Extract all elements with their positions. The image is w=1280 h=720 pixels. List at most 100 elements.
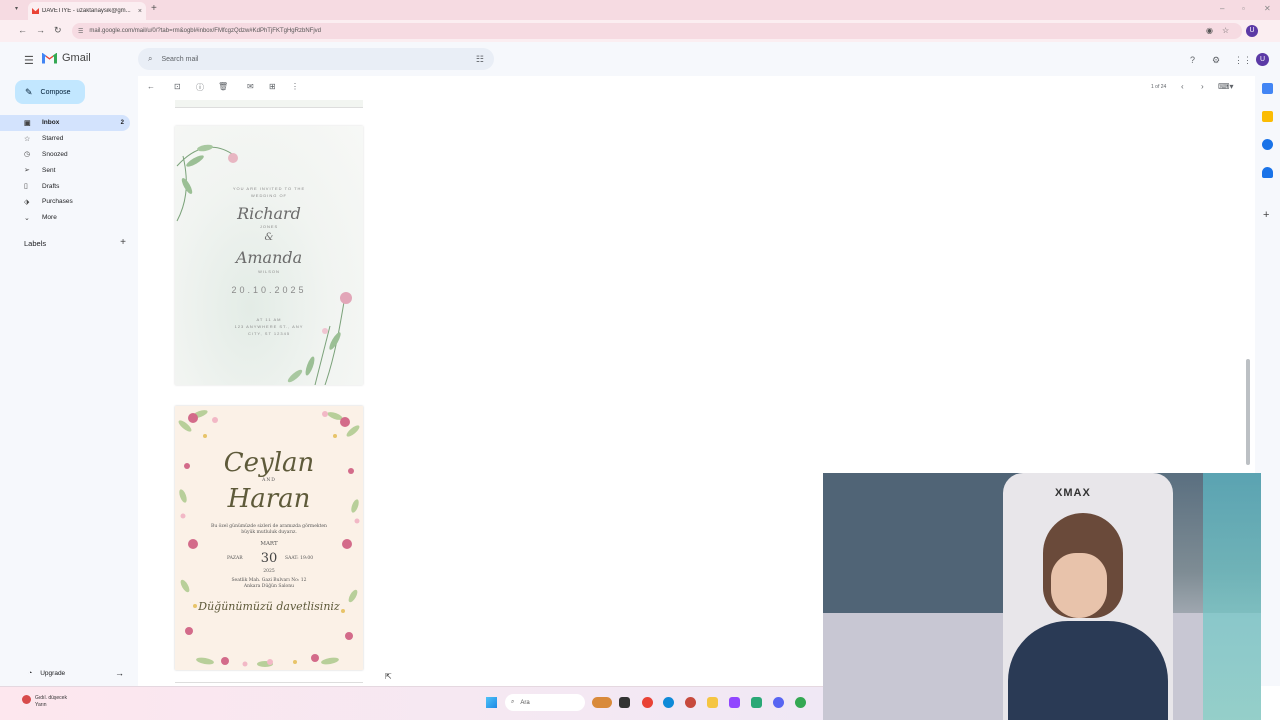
weather-widget[interactable]: Gıdıl. düşecek Yarın bbox=[22, 695, 67, 709]
chrome-profile-icon[interactable] bbox=[685, 697, 696, 708]
maximize-icon[interactable]: ▫ bbox=[1242, 4, 1245, 13]
sidebar-item-starred[interactable]: ☆ Starred bbox=[0, 131, 130, 147]
chrome-icon[interactable] bbox=[642, 697, 653, 708]
arrow-right-icon: → bbox=[115, 668, 124, 678]
delete-icon[interactable]: 🗑 bbox=[218, 82, 228, 91]
mark-unread-icon[interactable]: ✉ bbox=[247, 82, 254, 91]
tasks-icon[interactable] bbox=[1262, 139, 1273, 150]
chrome-alt-icon[interactable] bbox=[795, 697, 806, 708]
unread-count: 2 bbox=[120, 119, 124, 126]
new-tab-button[interactable]: + bbox=[151, 3, 157, 14]
account-avatar[interactable]: U bbox=[1256, 53, 1269, 66]
url-text: mail.google.com/mail/u/0/?tab=rm&ogbl#in… bbox=[89, 28, 321, 34]
tab-close-icon[interactable]: × bbox=[138, 8, 142, 15]
input-tools-icon[interactable]: ⌨▾ bbox=[1218, 82, 1234, 91]
search-options-icon[interactable]: ☷ bbox=[476, 54, 484, 65]
older-icon[interactable]: › bbox=[1201, 82, 1204, 91]
send-icon: ➢ bbox=[24, 167, 30, 175]
bride-name: Amanda bbox=[235, 248, 303, 267]
calendar-icon[interactable] bbox=[1262, 83, 1273, 94]
invitation-image-richard-amanda[interactable]: YOU ARE INVITED TO THE WEDDING OF Richar… bbox=[175, 126, 363, 385]
site-info-icon[interactable]: ☰ bbox=[78, 28, 83, 35]
create-label-icon[interactable]: + bbox=[120, 238, 126, 248]
sidebar-item-inbox[interactable]: ▣ Inbox 2 bbox=[0, 115, 130, 131]
app-icon[interactable] bbox=[751, 697, 762, 708]
webcam-overlay: XMAX bbox=[823, 473, 1261, 720]
sidebar-item-purchases[interactable]: ⬗ Purchases bbox=[0, 194, 130, 210]
back-icon[interactable]: ← bbox=[18, 25, 27, 35]
gmail-favicon-icon bbox=[32, 8, 39, 14]
eye-icon[interactable]: ◉ bbox=[1206, 26, 1213, 35]
reload-icon[interactable]: ↻ bbox=[54, 25, 62, 36]
couple-name2: Haran bbox=[227, 484, 311, 514]
move-to-icon[interactable]: ⊞ bbox=[269, 82, 276, 91]
address-line1: 123 ANYWHERE ST., ANY bbox=[234, 324, 304, 329]
search-icon: ⌕ bbox=[511, 699, 515, 705]
main-menu-icon[interactable]: ☰ bbox=[24, 54, 34, 67]
back-to-inbox-icon[interactable]: ← bbox=[147, 82, 155, 91]
gmail-m-icon bbox=[42, 52, 57, 64]
newer-icon[interactable]: ‹ bbox=[1181, 82, 1184, 91]
discord-icon[interactable] bbox=[773, 697, 784, 708]
close-window-icon[interactable]: ✕ bbox=[1264, 4, 1271, 13]
invitation-image-ceylan-haran[interactable]: Ceylan AND Haran Bu özel günümüzde sizle… bbox=[175, 406, 363, 670]
browser-tab-active[interactable]: DAVETIYE - uzaktanaysik@gm... × bbox=[28, 2, 146, 20]
sidebar-item-more[interactable]: ⌄ More bbox=[0, 210, 130, 226]
sidebar-item-drafts[interactable]: ▯ Drafts bbox=[0, 178, 130, 194]
month-text: MART bbox=[260, 541, 278, 547]
chevron-down-icon: ⌄ bbox=[24, 214, 30, 222]
message-line2: büyük mutluluk duyarız. bbox=[241, 530, 297, 535]
widget-app-icon[interactable] bbox=[592, 697, 612, 708]
pencil-icon: ✎ bbox=[25, 86, 33, 97]
compose-button[interactable]: ✎ Compose bbox=[15, 80, 85, 104]
browser-profile-avatar[interactable]: U bbox=[1246, 25, 1258, 37]
taskbar-search-text: Ara bbox=[520, 699, 530, 706]
invitation-image-previous[interactable] bbox=[175, 100, 363, 108]
more-options-icon[interactable]: ⋮ bbox=[291, 82, 299, 91]
labels-heading: Labels bbox=[24, 239, 47, 248]
weather-icon bbox=[22, 695, 31, 704]
settings-gear-icon[interactable]: ⚙ bbox=[1212, 55, 1220, 66]
windows-start-icon[interactable] bbox=[486, 697, 497, 708]
streamer-face bbox=[1051, 553, 1107, 618]
sidebar-item-snoozed[interactable]: ◷ Snoozed bbox=[0, 147, 130, 163]
taskbar-search[interactable]: ⌕ Ara bbox=[505, 694, 585, 711]
contacts-icon[interactable] bbox=[1262, 167, 1273, 178]
message-toolbar: ← ⊡ ⓘ 🗑 ✉ ⊞ ⋮ 1 of 24 ‹ › ⌨▾ bbox=[138, 76, 1248, 98]
gmail-logo-text: Gmail bbox=[62, 52, 91, 64]
wedding-of-text: WEDDING OF bbox=[251, 193, 287, 198]
tab-search-icon[interactable]: ▾ bbox=[15, 5, 18, 12]
storage-icon: ◔ bbox=[28, 669, 33, 677]
gmail-logo[interactable]: Gmail bbox=[42, 52, 91, 64]
help-icon[interactable]: ? bbox=[1190, 55, 1195, 65]
address-bar[interactable]: ☰ mail.google.com/mail/u/0/?tab=rm&ogbl#… bbox=[72, 23, 1242, 39]
taskview-icon[interactable] bbox=[619, 697, 630, 708]
apps-grid-icon[interactable]: ⋮⋮ bbox=[1234, 55, 1252, 66]
search-bar[interactable]: ⌕ Search mail ☷ bbox=[138, 48, 494, 70]
windows-taskbar: Gıdıl. düşecek Yarın ⌕ Ara bbox=[0, 686, 823, 720]
file-explorer-icon[interactable] bbox=[707, 697, 718, 708]
keep-icon[interactable] bbox=[1262, 111, 1273, 122]
wedding-time: AT 11 AM bbox=[256, 317, 282, 322]
get-addons-icon[interactable]: + bbox=[1263, 209, 1269, 221]
edge-icon[interactable] bbox=[663, 697, 674, 708]
bookmark-star-icon[interactable]: ☆ bbox=[1222, 26, 1229, 35]
invited-text: YOU ARE INVITED TO THE bbox=[232, 186, 306, 191]
sidebar-item-sent[interactable]: ➢ Sent bbox=[0, 162, 130, 178]
upgrade-label: Upgrade bbox=[40, 669, 66, 677]
closing-text: Düğünümüzü davetlisiniz bbox=[198, 600, 340, 613]
scrollbar-thumb[interactable] bbox=[1246, 359, 1250, 465]
weather-subtext: Yarın bbox=[35, 702, 47, 708]
minimize-icon[interactable]: – bbox=[1220, 4, 1224, 13]
bride-surname: WILSON bbox=[258, 269, 280, 274]
day-number: 30 bbox=[260, 551, 278, 566]
compose-label: Compose bbox=[40, 88, 71, 96]
search-input[interactable]: Search mail bbox=[161, 56, 475, 63]
couple-name1: Ceylan bbox=[223, 448, 315, 478]
archive-icon[interactable]: ⊡ bbox=[174, 82, 181, 91]
report-spam-icon[interactable]: ⓘ bbox=[196, 82, 204, 93]
search-icon[interactable]: ⌕ bbox=[148, 54, 152, 64]
upgrade-button[interactable]: ◔ Upgrade → bbox=[28, 668, 124, 678]
forward-icon[interactable]: → bbox=[36, 25, 45, 35]
twitch-icon[interactable] bbox=[729, 697, 740, 708]
